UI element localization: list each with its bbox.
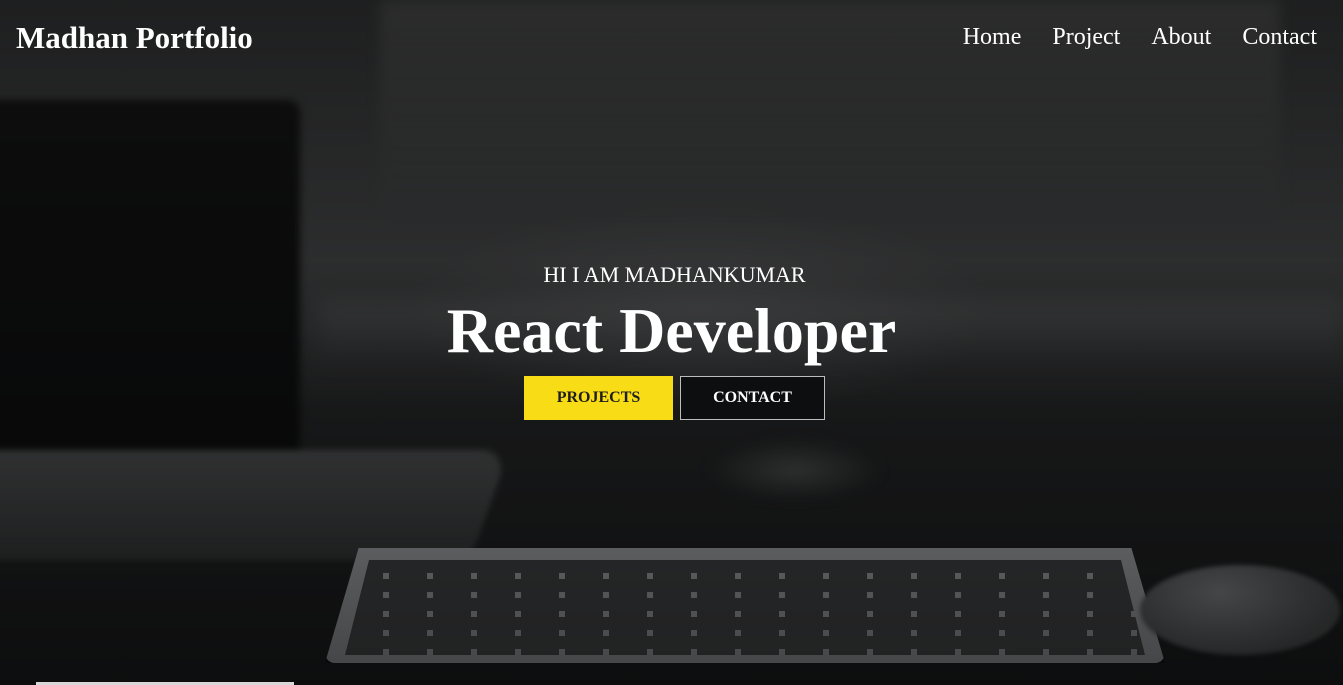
- nav-links: Home Project About Contact: [963, 24, 1317, 51]
- nav-item-home: Home: [963, 24, 1022, 51]
- hero-greeting: HI I AM MADHANKUMAR: [543, 262, 806, 287]
- projects-button[interactable]: PROJECTS: [524, 376, 673, 420]
- hero-section: Madhan Portfolio Home Project About Cont…: [0, 0, 1343, 685]
- hero-content: HI I AM MADHANKUMAR React Developer PROJ…: [0, 262, 1343, 420]
- nav-link-about[interactable]: About: [1151, 24, 1211, 50]
- hero-button-row: PROJECTS CONTACT: [3, 376, 1343, 420]
- nav-link-contact[interactable]: Contact: [1242, 24, 1317, 50]
- nav-item-project: Project: [1052, 24, 1120, 51]
- nav-link-project[interactable]: Project: [1052, 24, 1120, 50]
- hero-headline: React Developer: [446, 295, 897, 366]
- nav-item-contact: Contact: [1242, 24, 1317, 51]
- contact-button[interactable]: CONTACT: [680, 376, 825, 420]
- nav-item-about: About: [1151, 24, 1211, 51]
- nav-link-home[interactable]: Home: [963, 24, 1022, 50]
- brand-logo-link[interactable]: Madhan Portfolio: [16, 20, 253, 56]
- navbar: Madhan Portfolio Home Project About Cont…: [0, 0, 1343, 80]
